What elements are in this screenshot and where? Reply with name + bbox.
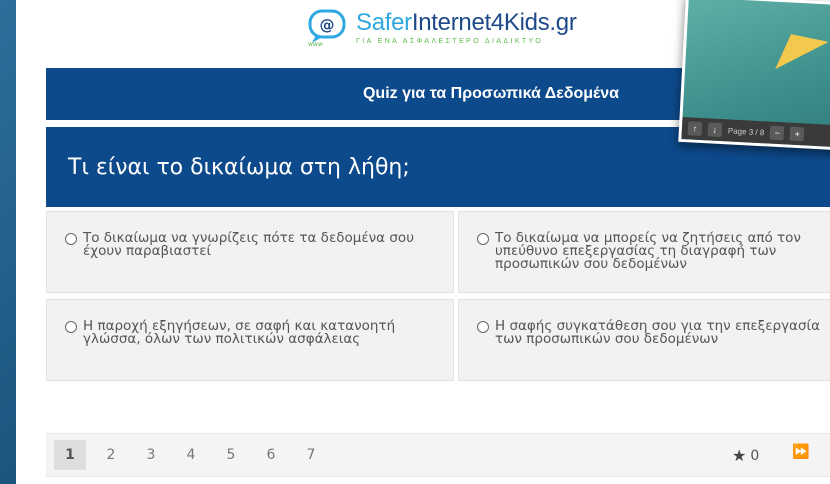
stars-count: 0: [750, 447, 760, 464]
star-icon: ★: [732, 446, 747, 465]
page-indicator: Page 3 / 8: [727, 125, 765, 137]
logo-title-internet: Internet: [411, 8, 491, 36]
zoom-in-button[interactable]: +: [789, 126, 805, 142]
logo-title-safer: Safer: [356, 8, 412, 36]
site-logo[interactable]: @ www SaferInternet4Kids.gr ΓΙΑ ΕΝΑ ΑΣΦΑ…: [306, 4, 577, 50]
page-button-7[interactable]: 7: [296, 440, 326, 470]
page-button-2[interactable]: 2: [96, 440, 126, 470]
arrow-down-icon[interactable]: ↓: [707, 122, 723, 138]
answer-label: Η σαφής συγκατάθεση σου για την επεξεργα…: [495, 318, 820, 347]
radio-icon[interactable]: [65, 321, 77, 333]
page-button-3[interactable]: 3: [136, 440, 166, 470]
answer-label: Η παροχή εξηγήσεων, σε σαφή και κατανοητ…: [83, 318, 396, 347]
answer-option-2[interactable]: Το δικαίωμα να μπορείς να ζητήσεις από τ…: [458, 211, 830, 293]
logo-mark-icon: @ www: [306, 7, 350, 48]
skip-forward-icon[interactable]: ⏩: [792, 444, 809, 460]
answer-option-1[interactable]: Το δικαίωμα να γνωρίζεις πότε τα δεδομέν…: [46, 211, 454, 293]
logo-text: SaferInternet4Kids.gr ΓΙΑ ΕΝΑ ΑΣΦΑΛΕΣΤΕΡ…: [356, 8, 577, 45]
zoom-out-button[interactable]: −: [769, 125, 785, 141]
page-button-4[interactable]: 4: [176, 440, 206, 470]
stars-counter: ★ 0: [732, 446, 759, 465]
arrow-up-icon[interactable]: ↑: [687, 121, 703, 137]
quiz-title: Quiz για τα Προσωπικά Δεδομένα: [362, 85, 620, 102]
document-viewer-thumbnail[interactable]: ↑ ↓ Page 3 / 8 − +: [678, 0, 830, 152]
thumbnail-content: ↑ ↓ Page 3 / 8 − +: [681, 0, 830, 149]
page-button-6[interactable]: 6: [256, 440, 286, 470]
radio-icon[interactable]: [477, 233, 489, 245]
radio-icon[interactable]: [65, 233, 77, 245]
logo-mark-text: @: [320, 16, 335, 34]
logo-title-4kids: 4Kids.gr: [490, 8, 577, 36]
logo-tagline: ΓΙΑ ΕΝΑ ΑΣΦΑΛΕΣΤΕΡΟ ΔΙΑΔΙΚΤΥΟ: [356, 37, 544, 45]
logo-title: SaferInternet4Kids.gr: [356, 8, 577, 36]
page-button-5[interactable]: 5: [216, 440, 246, 470]
pagination-bar: 1 2 3 4 5 6 7 ★ 0 ⏩: [46, 433, 830, 477]
logo-mark-sub: www: [308, 41, 323, 47]
page-button-1[interactable]: 1: [54, 440, 86, 470]
answer-label: Το δικαίωμα να μπορείς να ζητήσεις από τ…: [495, 230, 801, 272]
answer-label: Το δικαίωμα να γνωρίζεις πότε τα δεδομέν…: [83, 230, 415, 259]
answer-option-3[interactable]: Η παροχή εξηγήσεων, σε σαφή και κατανοητ…: [46, 299, 454, 381]
question-text: Τι είναι το δικαίωμα στη λήθη;: [68, 154, 410, 180]
radio-icon[interactable]: [477, 321, 489, 333]
paper-plane-icon: [764, 20, 829, 70]
answer-option-4[interactable]: Η σαφής συγκατάθεση σου για την επεξεργα…: [458, 299, 830, 381]
quiz-frame: @ www SaferInternet4Kids.gr ΓΙΑ ΕΝΑ ΑΣΦΑ…: [16, 0, 830, 484]
